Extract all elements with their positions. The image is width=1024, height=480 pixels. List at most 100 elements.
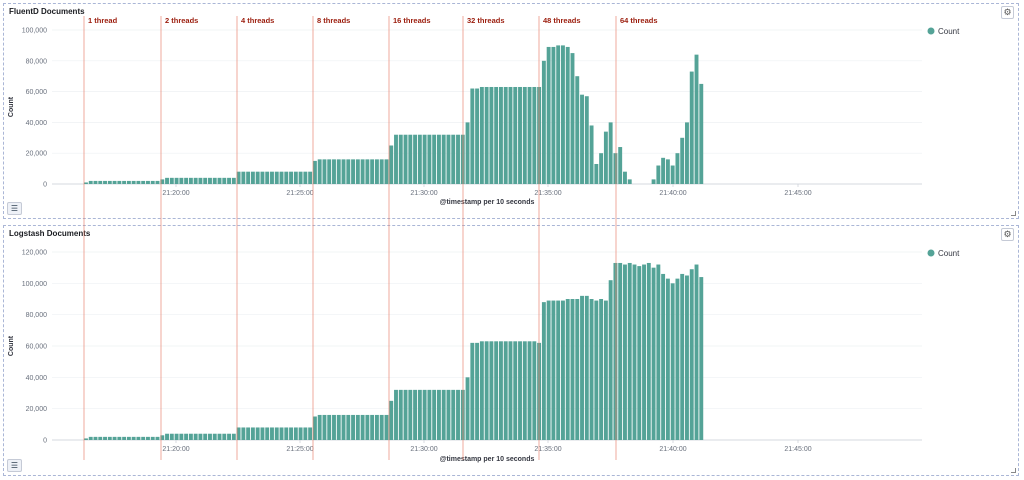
- bar: [518, 86, 522, 184]
- bar: [680, 137, 685, 184]
- thread-annotation-label: 64 threads: [620, 16, 658, 25]
- bar: [484, 341, 489, 440]
- bar: [146, 180, 150, 184]
- bar: [103, 180, 107, 184]
- bar: [374, 159, 379, 184]
- bar: [289, 427, 294, 440]
- bar: [360, 414, 365, 440]
- bar: [250, 427, 255, 440]
- bar: [422, 134, 427, 184]
- bar: [518, 341, 522, 440]
- bar: [451, 389, 456, 440]
- bar: [241, 171, 246, 184]
- bar: [436, 134, 441, 184]
- bar: [594, 163, 599, 184]
- bar: [403, 134, 408, 184]
- y-tick-label: 20,000: [26, 151, 48, 158]
- bar: [556, 45, 561, 185]
- thread-annotation-label: 1 thread: [88, 16, 118, 25]
- bar: [394, 389, 398, 440]
- bar: [599, 153, 604, 184]
- bar: [284, 427, 289, 440]
- bar: [293, 171, 298, 184]
- bar: [327, 159, 332, 184]
- y-axis-title: Count: [8, 96, 15, 117]
- bar: [203, 177, 208, 184]
- bar: [231, 433, 236, 440]
- bar: [651, 179, 656, 184]
- bar: [627, 179, 632, 184]
- bar: [84, 438, 88, 440]
- bar: [456, 389, 460, 440]
- bar: [398, 389, 403, 440]
- bar: [360, 159, 365, 184]
- bar: [642, 264, 646, 440]
- bar: [88, 180, 93, 184]
- bar: [527, 341, 532, 440]
- bar: [432, 389, 437, 440]
- bar: [174, 433, 179, 440]
- bar: [107, 180, 112, 184]
- bar: [274, 171, 279, 184]
- bar: [637, 266, 642, 440]
- bar: [699, 277, 704, 440]
- bar: [584, 295, 589, 440]
- y-tick-label: 80,000: [26, 312, 48, 319]
- y-axis-title: Count: [8, 335, 15, 356]
- bar: [541, 60, 546, 184]
- bar: [274, 427, 279, 440]
- bar: [308, 171, 313, 184]
- bar: [541, 302, 546, 440]
- bar: [389, 400, 394, 440]
- bar: [446, 134, 451, 184]
- bar: [355, 414, 360, 440]
- bar: [527, 86, 532, 184]
- bar: [394, 134, 398, 184]
- bar: [584, 96, 589, 184]
- bar: [408, 134, 413, 184]
- bar: [656, 165, 661, 184]
- bar: [685, 122, 689, 184]
- x-tick-label: 21:20:00: [162, 446, 189, 453]
- bar: [532, 86, 537, 184]
- bar: [522, 86, 527, 184]
- bar: [498, 86, 503, 184]
- bar: [694, 264, 699, 440]
- bar: [212, 433, 217, 440]
- bar: [184, 433, 189, 440]
- bar: [169, 433, 174, 440]
- y-tick-label: 100,000: [22, 281, 47, 288]
- bar: [689, 269, 694, 440]
- bar: [441, 389, 446, 440]
- bar: [470, 88, 475, 184]
- bar: [260, 427, 265, 440]
- bar: [570, 299, 575, 440]
- bar: [198, 433, 203, 440]
- bar: [141, 436, 146, 440]
- bar: [503, 86, 508, 184]
- bar: [599, 299, 604, 440]
- bar: [618, 262, 623, 440]
- bar: [217, 177, 222, 184]
- bar: [694, 54, 699, 184]
- bar: [126, 436, 131, 440]
- legend-label: Count: [938, 249, 960, 258]
- bar: [346, 414, 351, 440]
- y-tick-label: 120,000: [22, 250, 47, 257]
- bar: [484, 86, 489, 184]
- bar: [603, 131, 608, 184]
- bar: [117, 180, 122, 184]
- bar: [436, 389, 441, 440]
- bar: [346, 159, 351, 184]
- bar: [532, 341, 537, 440]
- bar: [656, 264, 661, 440]
- bar: [498, 341, 503, 440]
- y-tick-label: 0: [43, 438, 47, 445]
- bar: [270, 427, 274, 440]
- bar: [341, 414, 346, 440]
- bar: [570, 53, 575, 184]
- x-tick-label: 21:20:00: [162, 190, 189, 197]
- bar: [131, 436, 136, 440]
- x-tick-label: 21:40:00: [659, 446, 686, 453]
- bar: [308, 427, 313, 440]
